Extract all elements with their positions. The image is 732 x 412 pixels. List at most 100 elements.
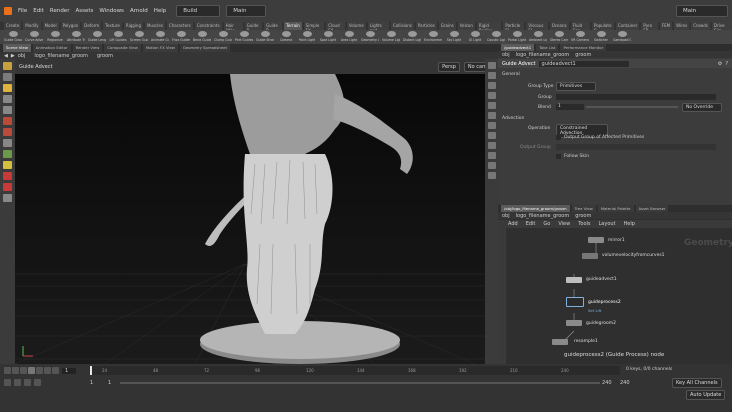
right-main-dropdown[interactable]: Main — [676, 5, 728, 17]
step-forward-icon[interactable] — [44, 367, 51, 374]
shelf-tool-caustic-light[interactable]: Caustic Light — [487, 30, 505, 44]
display-icon-6[interactable] — [487, 112, 496, 119]
timeline-ruler[interactable]: 24 48 72 96 120 144 168 192 216 240 — [90, 366, 620, 375]
jump-start-icon[interactable] — [4, 367, 11, 374]
display-icon-1[interactable] — [487, 62, 496, 69]
shelf-tool-portal-light[interactable]: Portal Light — [508, 30, 526, 44]
display-icon-2[interactable] — [487, 72, 496, 79]
node-guideadvect1[interactable] — [566, 277, 582, 283]
range-start[interactable]: 1 — [90, 380, 93, 386]
shelf-tool-guide-lengths[interactable]: Guide Lengths — [88, 30, 106, 44]
audio-icon[interactable] — [24, 379, 31, 386]
shelf-tab-32[interactable]: Crowds — [691, 22, 710, 30]
keyframe-icon[interactable] — [34, 379, 41, 386]
shelf-tab-31[interactable]: Wires — [674, 22, 690, 30]
network-menu-go[interactable]: Go — [543, 221, 550, 227]
shelf-tool-gi-light[interactable]: GI Light — [466, 30, 484, 44]
shelf-tab-16[interactable]: Volume — [346, 22, 366, 30]
shelf-tool-bend-guides[interactable]: Bend Guides — [193, 30, 211, 44]
shelf-tab-1[interactable]: Modify — [23, 22, 41, 30]
network-menu-help[interactable]: Help — [624, 221, 635, 227]
network-pane-tab-2[interactable]: Material Palette — [597, 205, 634, 212]
range-start-2[interactable]: 1 — [108, 380, 111, 386]
jump-end-icon[interactable] — [52, 367, 59, 374]
shelf-tool-regionize[interactable]: Regionize — [46, 30, 64, 44]
shelf-tool-distant-light[interactable]: Distant Light — [403, 30, 421, 44]
left-pane-tab-2[interactable]: Render View — [72, 44, 103, 52]
brush-icon[interactable] — [3, 161, 12, 169]
shelf-tool-switcher[interactable]: Switcher — [592, 30, 610, 44]
play-icon[interactable] — [36, 367, 43, 374]
shelf-tab-2[interactable]: Model — [42, 22, 59, 30]
scale-icon[interactable] — [3, 139, 12, 147]
display-icon-3[interactable] — [487, 82, 496, 89]
shelf-tool-guide-groom[interactable]: Guide Groom — [4, 30, 22, 44]
blend-value[interactable]: 1 — [556, 104, 584, 110]
shelf-tab-12[interactable]: Guide B. — [264, 22, 283, 33]
shelf-tab-29[interactable]: Pyro FX — [641, 22, 658, 33]
param-pane-tab-0[interactable]: /guideadvect1 — [501, 44, 535, 51]
range-slider[interactable] — [120, 382, 600, 384]
param-path-groom[interactable]: groom — [575, 52, 591, 58]
display-icon-12[interactable] — [487, 172, 496, 179]
houdini-logo-icon[interactable] — [4, 7, 12, 15]
network-pane-tab-3[interactable]: Asset Browser — [635, 205, 669, 212]
shelf-tab-23[interactable]: Particle FL — [503, 22, 525, 33]
cut-icon[interactable] — [3, 183, 12, 191]
shelf-tool-vr-camera[interactable]: VR Camera — [571, 30, 589, 44]
shelf-tab-20[interactable]: Grains — [438, 22, 456, 30]
shelf-tool-area-light[interactable]: Area Light — [340, 30, 358, 44]
shelf-tool-volume-light[interactable]: Volume Light — [382, 30, 400, 44]
network-menu-add[interactable]: Add — [508, 221, 518, 227]
persp-menu[interactable]: Persp — [438, 61, 460, 72]
shelf-tab-3[interactable]: Polygon — [60, 22, 81, 30]
param-pane-tab-2[interactable]: Performance Monitor — [560, 44, 607, 51]
section-advection[interactable]: Advection — [502, 116, 524, 121]
shelf-tool-environment-light[interactable]: Environment Light — [424, 30, 442, 44]
shelf-tab-7[interactable]: Muscles — [144, 22, 165, 30]
shelf-tab-6[interactable]: Rigging — [123, 22, 143, 30]
menu-assets[interactable]: Assets — [75, 8, 93, 14]
shelf-tool-point-light[interactable]: Point Light — [298, 30, 316, 44]
shelf-tool-screen-guides[interactable]: Screen Guides — [130, 30, 148, 44]
node-volumevelocity[interactable] — [582, 253, 598, 259]
shelf-tab-4[interactable]: Deform — [82, 22, 102, 30]
shelf-tool-frizz-guides[interactable]: Frizz Guides — [172, 30, 190, 44]
shelf-tool-curve-advect[interactable]: Curve Advect — [25, 30, 43, 44]
shelf-tab-22[interactable]: Rigid Bodies — [476, 22, 502, 33]
path-groom-asset[interactable]: logo_filename_groom — [34, 53, 88, 59]
menu-file[interactable]: File — [18, 8, 27, 14]
group-field[interactable] — [556, 94, 716, 100]
range-end-b[interactable]: 240 — [620, 380, 630, 386]
output-group-field[interactable] — [556, 144, 716, 150]
blend-override-dropdown[interactable]: No Override — [682, 103, 722, 112]
scene-viewport[interactable] — [14, 74, 485, 365]
left-pane-tab-4[interactable]: Motion FX View — [142, 44, 178, 52]
display-icon-7[interactable] — [487, 122, 496, 129]
network-menu-edit[interactable]: Edit — [526, 221, 536, 227]
section-general[interactable]: General — [502, 72, 520, 77]
play-reverse-icon[interactable] — [20, 367, 27, 374]
stop-icon[interactable] — [28, 367, 35, 374]
realtime-icon[interactable] — [4, 379, 11, 386]
left-pane-tab-5[interactable]: Geometry Spreadsheet — [179, 44, 230, 52]
network-pane-tab-0[interactable]: /obj/logo_filename_groom/groom — [501, 205, 570, 212]
node-name-field[interactable]: guideadvect1 — [538, 60, 629, 67]
shelf-tab-33[interactable]: Drive Sim — [711, 22, 732, 33]
shelf-tool-clump-guides[interactable]: Clump Guides — [214, 30, 232, 44]
snap-icon[interactable] — [3, 150, 12, 158]
node-guidegroom2[interactable] — [566, 320, 582, 326]
shelf-tool-sky-light[interactable]: Sky Light — [445, 30, 463, 44]
param-pane-tab-1[interactable]: Take List — [536, 44, 559, 51]
left-pane-tab-0[interactable]: Scene View — [3, 44, 31, 52]
shelf-tab-11[interactable]: Guide P. — [244, 22, 263, 33]
display-icon-5[interactable] — [487, 102, 496, 109]
main-dropdown[interactable]: Main — [226, 5, 267, 17]
shelf-tab-27[interactable]: Populate C — [592, 22, 614, 33]
menu-edit[interactable]: Edit — [33, 8, 44, 14]
rotate-icon[interactable] — [3, 128, 12, 136]
comb-icon[interactable] — [3, 194, 12, 202]
left-pane-tab-1[interactable]: Animation Editor — [32, 44, 71, 52]
auto-update-dropdown[interactable]: Auto Update — [686, 390, 726, 400]
back-arrow-icon[interactable]: ◀ — [4, 53, 8, 59]
